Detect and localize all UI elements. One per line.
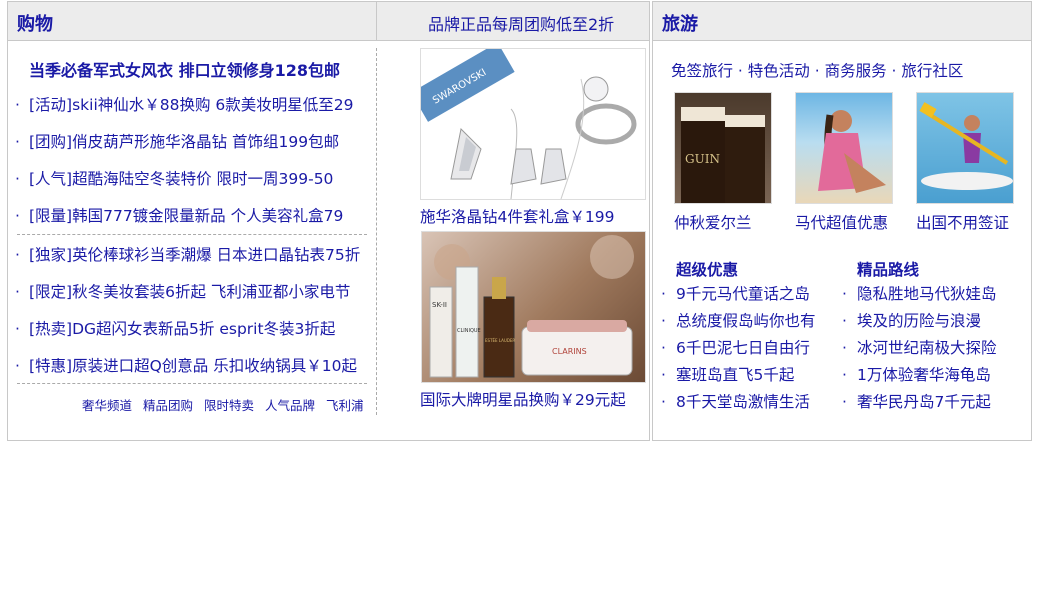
list-item[interactable]: · [限量]韩国777镀金限量新品 个人美容礼盒79 — [8, 206, 376, 243]
list-item[interactable]: · [热卖]DG超闪女表新品5折 esprit冬装3折起 — [8, 319, 376, 356]
travel-header: 旅游 — [653, 2, 1031, 41]
routes-list: · 隐私胜地马代狄娃岛 · 埃及的历险与浪漫 · 冰河世纪南极大探险 · 1万体验奢华海… — [842, 284, 997, 419]
bullet-icon: · — [661, 285, 666, 303]
bullet-icon: · — [661, 312, 666, 330]
list-item-link[interactable]: 9千元马代童话之岛 — [676, 285, 810, 303]
list-item-link[interactable]: 隐私胜地马代狄娃岛 — [857, 285, 997, 303]
list-item[interactable]: · [特惠]原装进口超Q创意品 乐扣收纳锅具￥10起 — [8, 356, 376, 393]
list-item[interactable]: · 奢华民丹岛7千元起 — [842, 392, 997, 419]
list-item[interactable]: · [人气]超酷海陆空冬装特价 限时一周399-50 — [8, 169, 376, 206]
divider — [17, 383, 367, 384]
list-item[interactable]: · 隐私胜地马代狄娃岛 — [842, 284, 997, 311]
link-group-buy[interactable]: 精品团购 — [143, 398, 193, 413]
link-popular-brands[interactable]: 人气品牌 — [265, 398, 315, 413]
shopping-title[interactable]: 购物 — [17, 10, 53, 36]
list-item[interactable]: · 6千巴泥七日自由行 — [661, 338, 816, 365]
bullet-icon: · — [15, 96, 20, 114]
shopping-channel-links: 奢华频道 精品团购 限时特卖 人气品牌 飞利浦 — [82, 395, 364, 414]
bullet-icon: · — [661, 339, 666, 357]
list-item[interactable]: · 塞班岛直飞5千起 — [661, 365, 816, 392]
list-item-link[interactable]: 8千天堂岛激情生活 — [676, 393, 810, 411]
clarins-label: CLARINS — [552, 347, 587, 356]
bullet-icon: · — [661, 366, 666, 384]
list-item-link[interactable]: 冰河世纪南极大探险 — [857, 339, 997, 357]
routes-section-title: 精品路线 — [857, 261, 920, 279]
ireland-beer-image[interactable]: GUIN — [674, 92, 772, 204]
bullet-icon: · — [842, 393, 847, 411]
kayak-image[interactable] — [916, 92, 1014, 204]
link-flash-sale[interactable]: 限时特卖 — [204, 398, 254, 413]
list-item-link[interactable]: [人气]超酷海陆空冬装特价 限时一周399-50 — [29, 170, 333, 188]
column-divider — [376, 48, 377, 415]
list-item-link[interactable]: [热卖]DG超闪女表新品5折 esprit冬装3折起 — [29, 320, 335, 338]
list-item-link[interactable]: 埃及的历险与浪漫 — [857, 312, 981, 330]
list-item[interactable]: · 9千元马代童话之岛 — [661, 284, 816, 311]
list-item-link[interactable]: 1万体验奢华海龟岛 — [857, 366, 991, 384]
promo-jewelry-caption[interactable]: 施华洛晶钻4件套礼盒￥199 — [420, 205, 614, 227]
swarovski-jewelry-image[interactable]: SWAROVSKI — [420, 48, 646, 200]
bullet-icon: · — [15, 320, 20, 338]
shopping-headline-link[interactable]: 当季必备军式女风衣 排口立领修身128包邮 — [29, 57, 340, 81]
shopping-slogan-link[interactable]: 品牌正品每周团购低至2折 — [428, 11, 614, 35]
list-item-link[interactable]: [限量]韩国777镀金限量新品 个人美容礼盒79 — [29, 207, 343, 225]
list-item-link[interactable]: 总统度假岛屿你也有 — [676, 312, 816, 330]
estee-lauder-label: ESTÉE LAUDER — [485, 338, 515, 343]
list-item-link[interactable]: 奢华民丹岛7千元起 — [857, 393, 991, 411]
clinique-label: CLINIQUE — [457, 328, 481, 334]
list-item[interactable]: · 8千天堂岛激情生活 — [661, 392, 816, 419]
guinness-label: GUIN — [685, 152, 720, 166]
list-item[interactable]: · 1万体验奢华海龟岛 — [842, 365, 997, 392]
shopping-news-list-2: · [独家]英伦棒球衫当季潮爆 日本进口晶钻表75折 · [限定]秋冬美妆套装6折起… — [8, 245, 376, 393]
shopping-panel: 购物 品牌正品每周团购低至2折 当季必备军式女风衣 排口立领修身128包邮 · [… — [7, 1, 650, 441]
thumb-caption-visa-free[interactable]: 出国不用签证 — [916, 211, 1009, 233]
promo-cosmetics-caption[interactable]: 国际大牌明星品换购￥29元起 — [420, 388, 626, 410]
maldives-woman-image[interactable] — [795, 92, 893, 204]
travel-subnav[interactable]: 免签旅行 · 特色活动 · 商务服务 · 旅行社区 — [671, 59, 963, 81]
divider — [17, 234, 367, 235]
bullet-icon: · — [15, 207, 20, 225]
list-item-link[interactable]: 塞班岛直飞5千起 — [676, 366, 794, 384]
sk-ii-label: SK-II — [432, 301, 447, 309]
list-item[interactable]: · [活动]skii神仙水￥88换购 6款美妆明星低至29 — [8, 95, 376, 132]
deals-list: · 9千元马代童话之岛 · 总统度假岛屿你也有 · 6千巴泥七日自由行 · 塞班岛直飞5… — [661, 284, 816, 419]
bullet-icon: · — [15, 357, 20, 375]
list-item[interactable]: · 冰河世纪南极大探险 — [842, 338, 997, 365]
list-item-link[interactable]: [限定]秋冬美妆套装6折起 飞利浦亚都小家电节 — [29, 283, 350, 301]
list-item-link[interactable]: [特惠]原装进口超Q创意品 乐扣收纳锅具￥10起 — [29, 357, 357, 375]
list-item-link[interactable]: [活动]skii神仙水￥88换购 6款美妆明星低至29 — [29, 96, 354, 114]
header-divider — [376, 2, 377, 40]
bullet-icon: · — [15, 133, 20, 151]
list-item-link[interactable]: 6千巴泥七日自由行 — [676, 339, 810, 357]
list-item-link[interactable]: [团购]俏皮葫芦形施华洛晶钻 首饰组199包邮 — [29, 133, 339, 151]
list-item[interactable]: · [独家]英伦棒球衫当季潮爆 日本进口晶钻表75折 — [8, 245, 376, 282]
shopping-header: 购物 品牌正品每周团购低至2折 — [8, 2, 649, 41]
link-philips[interactable]: 飞利浦 — [326, 398, 364, 413]
list-item[interactable]: · [团购]俏皮葫芦形施华洛晶钻 首饰组199包邮 — [8, 132, 376, 169]
bullet-icon: · — [842, 312, 847, 330]
shopping-news-list-1: · [活动]skii神仙水￥88换购 6款美妆明星低至29 · [团购]俏皮葫芦形施… — [8, 95, 376, 243]
travel-title[interactable]: 旅游 — [662, 10, 698, 36]
bullet-icon: · — [15, 246, 20, 264]
list-item[interactable]: · 总统度假岛屿你也有 — [661, 311, 816, 338]
bullet-icon: · — [661, 393, 666, 411]
list-item[interactable]: · 埃及的历险与浪漫 — [842, 311, 997, 338]
bullet-icon: · — [842, 285, 847, 303]
bullet-icon: · — [842, 339, 847, 357]
cosmetics-products-image[interactable]: SK-II CLINIQUE ESTÉE LAUDER CLARINS — [421, 231, 646, 383]
list-item-link[interactable]: [独家]英伦棒球衫当季潮爆 日本进口晶钻表75折 — [29, 246, 360, 264]
thumb-caption-maldives[interactable]: 马代超值优惠 — [795, 211, 888, 233]
travel-panel: 旅游 免签旅行 · 特色活动 · 商务服务 · 旅行社区 GUIN 仲秋爱尔兰 … — [652, 1, 1032, 441]
bullet-icon: · — [15, 283, 20, 301]
deals-section-title: 超级优惠 — [676, 261, 739, 279]
list-item[interactable]: · [限定]秋冬美妆套装6折起 飞利浦亚都小家电节 — [8, 282, 376, 319]
bullet-icon: · — [15, 170, 20, 188]
link-luxury-channel[interactable]: 奢华频道 — [82, 398, 132, 413]
thumb-caption-ireland[interactable]: 仲秋爱尔兰 — [674, 211, 752, 233]
bullet-icon: · — [842, 366, 847, 384]
